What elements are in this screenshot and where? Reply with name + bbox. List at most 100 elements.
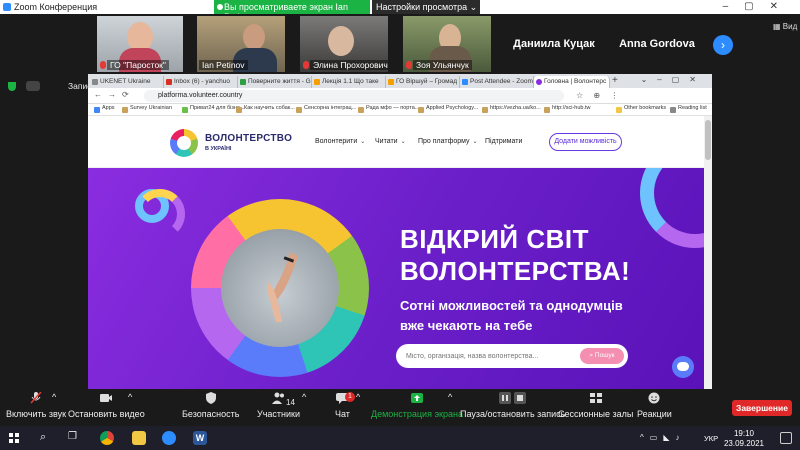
site-logo-title[interactable]: ВОЛОНТЕРСТВО	[205, 133, 292, 144]
chat-caret-icon[interactable]: ^	[356, 392, 360, 402]
site-header: ВОЛОНТЕРСТВО В УКРАЇНІ Волонтерити ⌄ Чита…	[88, 116, 712, 168]
reactions-button[interactable]: Реакции	[637, 392, 672, 419]
tab-title: Поверните життя - G	[248, 78, 311, 85]
search-button-label: Пошук	[594, 352, 615, 359]
participant-tile[interactable]: ГО "Паросток"	[97, 16, 183, 72]
nav-volunteer[interactable]: Волонтерити ⌄	[315, 138, 365, 145]
scrollbar-thumb[interactable]	[705, 120, 711, 160]
participant-name: Элина Прохорович	[310, 60, 388, 70]
bookmarks-bar: Apps Survey Ukrainian Приват24 для бізне…	[88, 104, 712, 116]
browser-tab[interactable]: Post Attendee - Zoom	[460, 76, 534, 88]
shield-icon	[205, 392, 216, 404]
security-button[interactable]: Безопасность	[182, 392, 239, 419]
bookmark-item[interactable]: Рада мфо — порта...	[358, 105, 420, 113]
bookmark-label: Рада мфо — порта...	[366, 105, 420, 111]
pause-stop-recording-button[interactable]: Пауза/остановить запись	[460, 392, 565, 419]
hero-subtitle: Сотні можливостей та однодумців	[400, 298, 623, 313]
notifications-icon[interactable]	[780, 432, 792, 444]
chevron-down-icon: ⌄	[472, 139, 478, 145]
extension-icons[interactable]: ☆ ⊕ ⋮	[576, 91, 622, 100]
reading-list-icon	[670, 107, 676, 113]
zoom-app-icon[interactable]	[162, 431, 176, 445]
participant-tile[interactable]: Anna Gordova	[610, 16, 704, 72]
participant-video	[243, 24, 265, 50]
new-tab-button[interactable]: +	[612, 75, 618, 86]
end-meeting-button[interactable]: Завершение	[732, 400, 792, 416]
file-explorer-icon[interactable]	[132, 431, 146, 445]
bookmark-item[interactable]: Applied Psychology...	[418, 105, 478, 113]
bookmark-item[interactable]: Сенсорна інтеграц...	[296, 105, 356, 113]
system-tray-icons[interactable]: ^▭◣♪	[640, 433, 685, 442]
window-controls[interactable]: –▢✕	[723, 1, 794, 12]
browser-window-controls[interactable]: ⌄–▢✕	[641, 75, 706, 84]
pause-stop-icon	[498, 392, 526, 404]
audio-options-caret-icon[interactable]: ^	[52, 392, 56, 402]
shared-browser-window: UKENET Ukraine Inbox (6) - yanchuo Повер…	[88, 74, 712, 389]
bookmark-item[interactable]: Survey Ukrainian	[122, 105, 172, 113]
bookmark-icon	[122, 107, 128, 113]
stop-video-button[interactable]: Остановить видео	[68, 392, 145, 419]
page-scrollbar[interactable]	[704, 116, 712, 389]
taskbar-clock[interactable]: 19:10 23.09.2021	[724, 429, 764, 449]
view-options-button[interactable]: Настройки просмотра ⌄	[372, 0, 480, 14]
participant-tile[interactable]: Зоя Ульянчук	[403, 16, 491, 72]
browser-tab[interactable]: Лекція 1.1 Що таке	[312, 76, 386, 88]
stop-video-label: Остановить видео	[68, 409, 145, 419]
nav-support[interactable]: Підтримати	[485, 138, 522, 145]
windows-taskbar: ⌕ ❐ W ^▭◣♪ УКР 19:10 23.09.2021	[0, 426, 800, 450]
browser-tab[interactable]: UKENET Ukraine	[90, 76, 164, 88]
bookmark-item[interactable]: https://vezha.ua/ko...	[482, 105, 541, 113]
nav-label: Про платформу	[418, 138, 470, 145]
add-opportunity-button[interactable]: Додати можливість	[549, 133, 622, 151]
participant-tile[interactable]: Элина Прохорович	[300, 16, 388, 72]
nav-read[interactable]: Читати ⌄	[375, 138, 406, 145]
bookmark-icon	[418, 107, 424, 113]
nav-buttons[interactable]: ←→⟳	[94, 90, 135, 99]
view-options-label: Настройки просмотра	[376, 2, 468, 12]
bookmark-label: Reading list	[678, 105, 707, 111]
bookmark-item[interactable]: Как научить собак...	[236, 105, 295, 113]
reactions-smile-icon	[648, 392, 660, 404]
breakout-rooms-label: Сессионные залы	[558, 409, 634, 419]
bookmark-item[interactable]: Apps	[94, 105, 115, 113]
bookmark-item[interactable]: Reading list	[670, 105, 707, 113]
muted-mic-icon	[406, 61, 412, 69]
bookmark-item[interactable]: Other bookmarks	[616, 105, 666, 113]
view-button[interactable]: ▦ Вид	[773, 22, 797, 31]
search-input[interactable]	[406, 347, 566, 365]
browser-tab[interactable]: Inbox (6) - yanchuo	[164, 76, 238, 88]
hero-subtitle: вже чекають на тебе	[400, 318, 533, 333]
bookmark-icon	[182, 107, 188, 113]
task-view-icon[interactable]: ❐	[68, 431, 77, 442]
tab-favicon-icon	[240, 79, 246, 85]
decorative-ring-icon	[640, 168, 712, 248]
browser-tab-active[interactable]: Головна | Волонтерс	[534, 76, 610, 88]
bookmark-item[interactable]: http://sci-hub.tw	[544, 105, 591, 113]
browser-tab[interactable]: Поверните життя - G	[238, 76, 312, 88]
video-options-caret-icon[interactable]: ^	[128, 392, 132, 402]
next-page-arrow-icon[interactable]: ›	[713, 35, 733, 55]
apps-icon	[94, 107, 100, 113]
search-button[interactable]: ⌕ Пошук	[580, 348, 624, 364]
windows-start-icon[interactable]	[9, 433, 19, 443]
tab-title: Головна | Волонтерс	[544, 78, 607, 85]
language-indicator[interactable]: УКР	[704, 434, 718, 443]
bookmark-label: http://sci-hub.tw	[552, 105, 591, 111]
word-icon[interactable]: W	[193, 431, 207, 445]
participant-tile[interactable]: Ian Petinov	[197, 16, 285, 72]
bookmark-label: Survey Ukrainian	[130, 105, 172, 111]
chat-widget-icon[interactable]	[672, 356, 694, 378]
participants-caret-icon[interactable]: ^	[302, 392, 306, 402]
nav-label: Волонтерити	[315, 138, 358, 145]
share-caret-icon[interactable]: ^	[448, 392, 452, 402]
chrome-icon[interactable]	[100, 431, 114, 445]
breakout-rooms-button[interactable]: Сессионные залы	[558, 392, 633, 419]
unmute-button[interactable]: Включить звук	[6, 392, 66, 419]
site-logo-icon[interactable]	[170, 129, 198, 157]
url-field[interactable]: platforma.volunteer.country	[144, 90, 564, 102]
participant-tile[interactable]: Даниила Куцак	[505, 16, 603, 72]
browser-tab[interactable]: ГО Віршуй – Громад	[386, 76, 460, 88]
nav-about[interactable]: Про платформу ⌄	[418, 138, 478, 145]
search-icon[interactable]: ⌕	[40, 431, 46, 444]
participant-name: Зоя Ульянчук	[413, 60, 472, 70]
